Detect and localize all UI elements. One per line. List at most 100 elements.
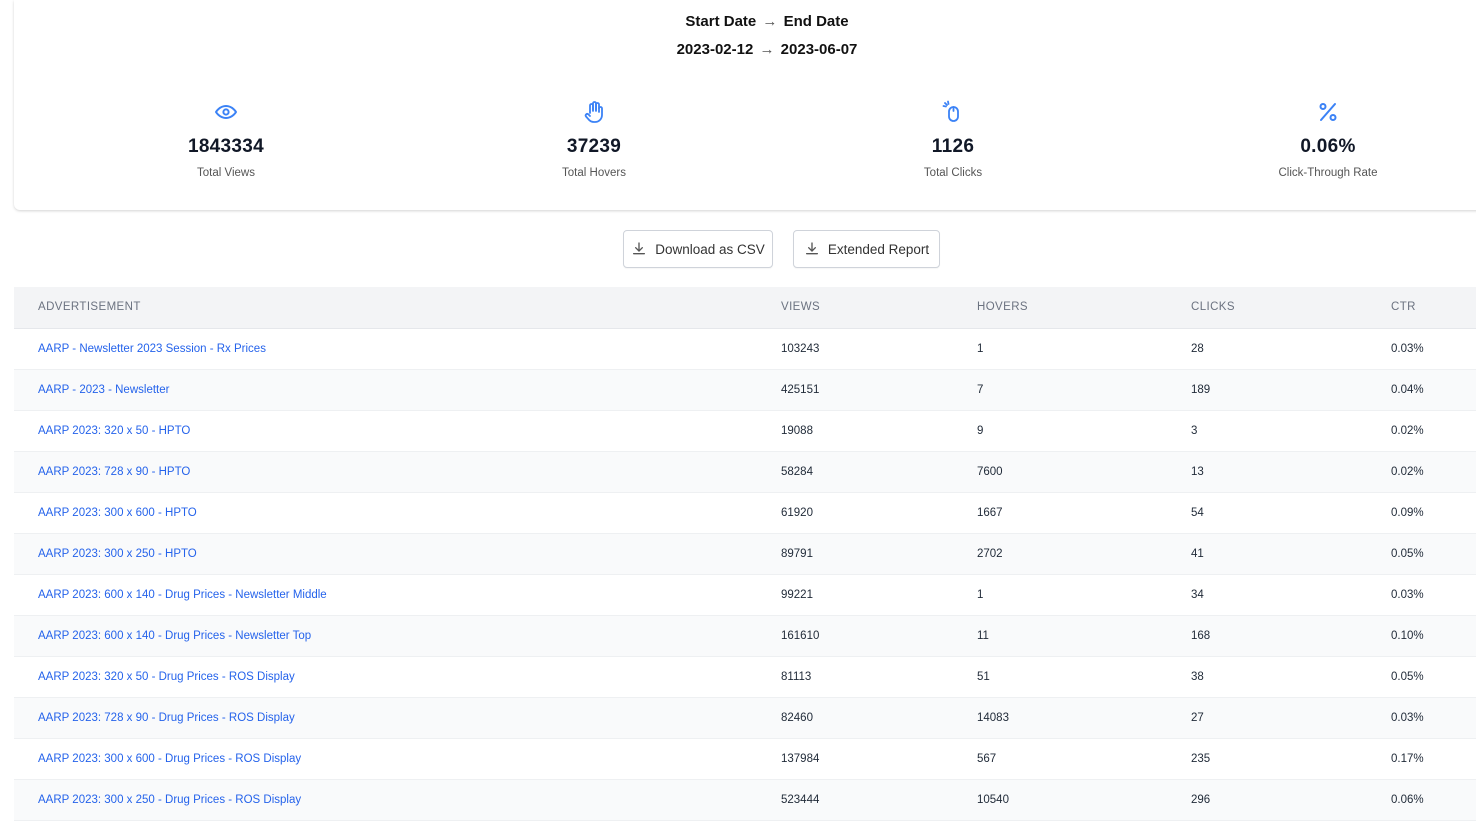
ad-name-cell: AARP 2023: 728 x 90 - HPTO [14, 451, 781, 492]
ctr-cell: 0.10% [1391, 629, 1424, 642]
stat-total-views: 1843334 Total Views [106, 98, 346, 179]
ad-name-cell: AARP 2023: 728 x 90 - Drug Prices - ROS … [14, 697, 781, 738]
mouse-click-icon [833, 98, 1073, 126]
table-header-row: ADVERTISEMENT VIEWS HOVERS CLICKS CTR [14, 287, 1476, 329]
table-body: AARP - Newsletter 2023 Session - Rx Pric… [14, 328, 1476, 820]
clicks-cell: 38 [1191, 670, 1204, 683]
ctr-cell: 0.02% [1391, 465, 1424, 478]
ad-name-link[interactable]: AARP 2023: 728 x 90 - Drug Prices - ROS … [38, 712, 295, 724]
hovers-cell: 1667 [977, 506, 1003, 519]
extended-report-button[interactable]: Extended Report [793, 230, 940, 268]
table-row: AARP 2023: 300 x 250 - Drug Prices - ROS… [14, 779, 1476, 820]
download-icon [631, 241, 647, 257]
ad-name-link[interactable]: AARP - Newsletter 2023 Session - Rx Pric… [38, 343, 266, 355]
table-row: AARP 2023: 300 x 600 - HPTO 61920 1667 54 0.… [14, 492, 1476, 533]
ctr-value: 0.06% [1300, 136, 1356, 157]
views-cell: 19088 [781, 424, 813, 437]
table-row: AARP 2023: 600 x 140 - Drug Prices - New… [14, 615, 1476, 656]
ad-name-link[interactable]: AARP 2023: 600 x 140 - Drug Prices - New… [38, 589, 327, 601]
table-row: AARP 2023: 728 x 90 - Drug Prices - ROS … [14, 697, 1476, 738]
views-cell: 61920 [781, 506, 813, 519]
hovers-cell: 10540 [977, 793, 1009, 806]
column-header-clicks[interactable]: CLICKS [1191, 287, 1391, 329]
eye-icon [106, 98, 346, 126]
clicks-cell: 13 [1191, 465, 1204, 478]
ad-name-link[interactable]: AARP 2023: 300 x 250 - Drug Prices - ROS… [38, 794, 301, 806]
clicks-cell: 54 [1191, 506, 1204, 519]
ad-name-cell: AARP 2023: 600 x 140 - Drug Prices - New… [14, 615, 781, 656]
start-date-value: 2023-02-12 [676, 41, 754, 58]
column-header-views[interactable]: VIEWS [781, 287, 977, 329]
views-cell: 81113 [781, 670, 812, 683]
download-csv-label: Download as CSV [655, 241, 765, 257]
clicks-cell: 27 [1191, 711, 1204, 724]
ad-name-link[interactable]: AARP 2023: 320 x 50 - Drug Prices - ROS … [38, 671, 295, 683]
percent-icon [1208, 98, 1448, 126]
views-cell: 523444 [781, 793, 820, 806]
ctr-cell: 0.02% [1391, 424, 1424, 437]
ctr-cell: 0.09% [1391, 506, 1424, 519]
hovers-cell: 2702 [977, 547, 1003, 560]
total-views-label: Total Views [197, 167, 255, 179]
ad-name-link[interactable]: AARP - 2023 - Newsletter [38, 384, 169, 396]
clicks-cell: 189 [1191, 383, 1211, 396]
hovers-cell: 51 [977, 670, 990, 683]
ad-name-link[interactable]: AARP 2023: 728 x 90 - HPTO [38, 466, 190, 478]
ad-name-cell: AARP 2023: 320 x 50 - HPTO [14, 410, 781, 451]
ad-name-cell: AARP - Newsletter 2023 Session - Rx Pric… [14, 328, 781, 369]
ad-name-link[interactable]: AARP 2023: 600 x 140 - Drug Prices - New… [38, 630, 311, 642]
extended-report-label: Extended Report [827, 241, 930, 257]
table-row: AARP - 2023 - Newsletter 425151 7 189 0.04% [14, 369, 1476, 410]
ctr-cell: 0.05% [1391, 547, 1424, 560]
total-hovers-label: Total Hovers [562, 167, 626, 179]
views-cell: 103243 [781, 342, 820, 355]
views-cell: 137984 [781, 752, 820, 765]
ctr-cell: 0.06% [1391, 793, 1424, 806]
ad-name-cell: AARP - 2023 - Newsletter [14, 369, 781, 410]
ctr-cell: 0.03% [1391, 342, 1424, 355]
total-clicks-value: 1126 [931, 136, 975, 157]
ad-name-link[interactable]: AARP 2023: 320 x 50 - HPTO [38, 425, 190, 437]
stat-total-clicks: 1126 Total Clicks [833, 98, 1073, 179]
table-row: AARP 2023: 300 x 600 - Drug Prices - ROS… [14, 738, 1476, 779]
total-views-value: 1843334 [187, 136, 265, 157]
column-header-ctr[interactable]: CTR [1391, 287, 1476, 329]
download-csv-button[interactable]: Download as CSV [623, 230, 773, 268]
clicks-cell: 41 [1191, 547, 1204, 560]
ctr-cell: 0.03% [1391, 588, 1424, 601]
table-row: AARP 2023: 320 x 50 - HPTO 19088 9 3 0.02% [14, 410, 1476, 451]
views-cell: 99221 [781, 588, 813, 601]
hovers-cell: 1 [977, 342, 984, 355]
ad-name-cell: AARP 2023: 320 x 50 - Drug Prices - ROS … [14, 656, 781, 697]
ctr-cell: 0.05% [1391, 670, 1424, 683]
total-hovers-value: 37239 [566, 136, 622, 157]
ad-name-cell: AARP 2023: 600 x 140 - Drug Prices - New… [14, 574, 781, 615]
clicks-cell: 28 [1191, 342, 1204, 355]
table-row: AARP 2023: 600 x 140 - Drug Prices - New… [14, 574, 1476, 615]
views-cell: 161610 [781, 629, 820, 642]
arrow-right-icon: → [759, 41, 775, 58]
hovers-cell: 1 [977, 588, 984, 601]
stat-total-hovers: 37239 Total Hovers [474, 98, 714, 179]
date-range-labels: Start Date → End Date [0, 13, 1476, 30]
views-cell: 425151 [781, 383, 820, 396]
ctr-label: Click-Through Rate [1278, 167, 1378, 179]
table-row: AARP 2023: 728 x 90 - HPTO 58284 7600 13 0.0… [14, 451, 1476, 492]
date-range-values: 2023-02-12 → 2023-06-07 [0, 41, 1476, 58]
clicks-cell: 34 [1191, 588, 1204, 601]
ad-name-link[interactable]: AARP 2023: 300 x 600 - HPTO [38, 507, 197, 519]
download-icon [804, 241, 820, 257]
column-header-advertisement[interactable]: ADVERTISEMENT [14, 287, 781, 329]
hovers-cell: 567 [977, 752, 997, 765]
table-row: AARP 2023: 320 x 50 - Drug Prices - ROS … [14, 656, 1476, 697]
ads-table: ADVERTISEMENT VIEWS HOVERS CLICKS CTR AA… [14, 287, 1476, 821]
ad-name-link[interactable]: AARP 2023: 300 x 250 - HPTO [38, 548, 197, 560]
views-cell: 82460 [781, 711, 813, 724]
column-header-hovers[interactable]: HOVERS [977, 287, 1191, 329]
ctr-cell: 0.03% [1391, 711, 1424, 724]
clicks-cell: 168 [1191, 629, 1211, 642]
views-cell: 89791 [781, 547, 813, 560]
ad-name-cell: AARP 2023: 300 x 600 - HPTO [14, 492, 781, 533]
ad-name-link[interactable]: AARP 2023: 300 x 600 - Drug Prices - ROS… [38, 753, 301, 765]
ad-name-cell: AARP 2023: 300 x 250 - Drug Prices - ROS… [14, 779, 781, 820]
